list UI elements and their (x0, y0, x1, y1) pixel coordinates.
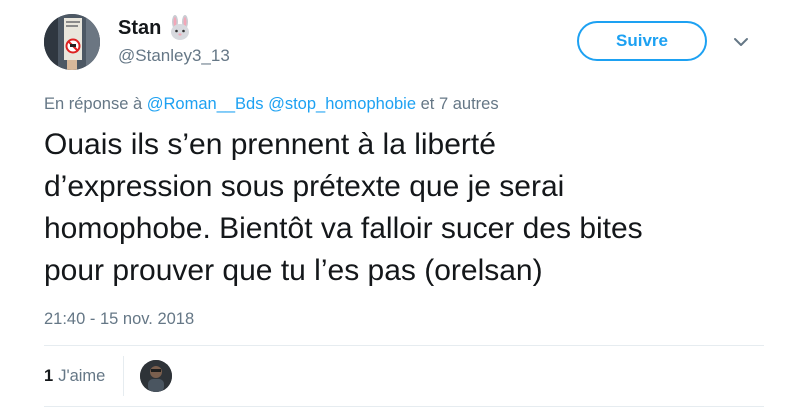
tweet-text-line: homophobe. Bientôt va falloir sucer des … (44, 212, 643, 245)
tweet-text-line: pour prouver que tu l’es pas (orelsan) (44, 254, 543, 287)
tweet-card: Stan @Stanley3_13 Suivre En réponse à @R… (0, 0, 800, 408)
avatar-image (44, 14, 100, 70)
reply-prefix: En réponse à (44, 95, 143, 113)
liker-avatar-image (140, 360, 173, 392)
tweet-text-line: Ouais ils s’en prennent à la liberté (44, 128, 496, 161)
tweet-text-line: d’expression sous prétexte que je serai (44, 170, 565, 203)
reply-suffix[interactable]: et 7 autres (421, 95, 499, 113)
author-handle[interactable]: @Stanley3_13 (118, 46, 230, 66)
follow-button[interactable]: Suivre (577, 21, 707, 61)
author-display-name[interactable]: Stan (118, 17, 161, 40)
author-name-row[interactable]: Stan (118, 14, 193, 42)
likes-count[interactable]: 1 (44, 367, 53, 386)
divider (44, 406, 764, 407)
rabbit-face-icon (171, 15, 190, 40)
tweet-timestamp[interactable]: 21:40 - 15 nov. 2018 (44, 310, 194, 329)
reply-context: En réponse à @Roman__Bds @stop_homophobi… (44, 95, 499, 114)
mention-link[interactable]: @Roman__Bds (147, 95, 264, 113)
mention-link[interactable]: @stop_homophobie (268, 95, 416, 113)
tweet-stats: 1 J'aime (44, 346, 764, 406)
tweet-text: Ouais ils s’en prennent à la liberté d’e… (44, 124, 784, 292)
liker-avatar[interactable] (140, 360, 173, 392)
stats-separator (123, 356, 125, 396)
likes-label[interactable]: J'aime (58, 367, 105, 386)
author-avatar[interactable] (44, 14, 100, 70)
chevron-down-icon[interactable] (730, 33, 752, 51)
